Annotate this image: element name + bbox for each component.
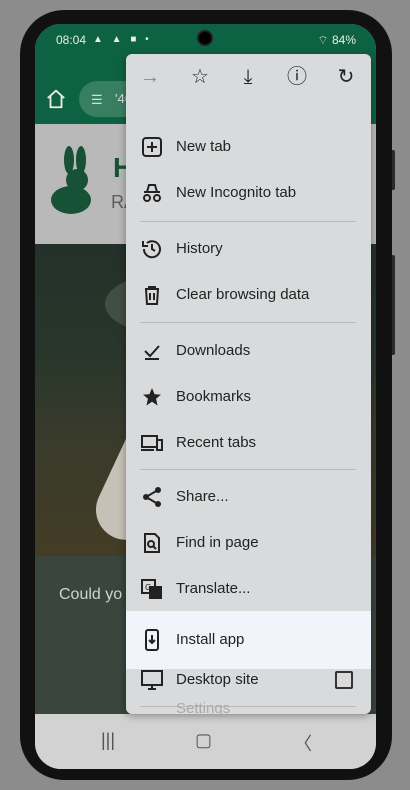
info-icon[interactable]: ⓘ [285, 65, 309, 89]
menu-clear-browsing-data[interactable]: Clear browsing data [126, 272, 371, 318]
refresh-icon[interactable]: ↻ [334, 65, 358, 89]
downloads-icon [144, 345, 160, 360]
menu-item-label: New tab [176, 138, 232, 155]
menu-bookmarks[interactable]: Bookmarks [126, 374, 371, 420]
back-icon[interactable]: 〈 [294, 730, 312, 756]
chrome-overflow-menu: → ☆ ⤓ ⓘ ↻ New tab New Incognito tab Hist… [126, 54, 371, 714]
find-icon [144, 533, 160, 553]
menu-divider [140, 469, 356, 470]
plus-box-icon [142, 137, 162, 157]
menu-item-label: Share... [176, 488, 229, 505]
menu-divider [140, 221, 356, 222]
star-filled-icon [143, 388, 161, 406]
menu-new-tab[interactable]: New tab [126, 124, 371, 170]
translate-icon: G [141, 579, 162, 599]
menu-divider [140, 706, 356, 707]
devices-icon [141, 435, 163, 451]
trash-icon [145, 286, 159, 305]
menu-item-label: Install app [176, 631, 245, 648]
menu-top-actions: → ☆ ⤓ ⓘ ↻ [126, 54, 371, 100]
incognito-icon [143, 184, 161, 202]
menu-new-incognito-tab[interactable]: New Incognito tab [126, 170, 371, 216]
menu-item-label: Bookmarks [176, 388, 252, 405]
menu-downloads[interactable]: Downloads [126, 328, 371, 374]
share-icon [143, 487, 161, 507]
menu-share[interactable]: Share... [126, 474, 371, 520]
menu-item-label: Downloads [176, 342, 251, 359]
screen: 08:04 ▲ ▲ ■ • ⌔ 84% ☰ '46 H RA Could yo … [35, 24, 376, 769]
history-icon [142, 240, 161, 259]
install-app-icon [145, 629, 159, 651]
forward-icon[interactable]: → [138, 65, 162, 89]
home-nav-icon[interactable]: ▢ [195, 730, 212, 751]
recents-icon[interactable]: ||| [101, 730, 115, 751]
menu-desktop-site[interactable]: Desktop site [126, 657, 371, 703]
menu-history[interactable]: History [126, 226, 371, 272]
menu-item-label: History [176, 240, 223, 257]
menu-translate[interactable]: G Translate... [126, 566, 371, 612]
desktop-icon [141, 670, 163, 690]
menu-item-label: Find in page [176, 534, 259, 551]
system-nav-bar: ||| ▢ 〈 [35, 714, 376, 769]
menu-item-label: New Incognito tab [176, 184, 297, 201]
menu-recent-tabs[interactable]: Recent tabs [126, 420, 371, 466]
menu-item-label: Translate... [176, 580, 251, 597]
download-page-icon[interactable]: ⤓ [236, 65, 260, 89]
menu-item-label: Clear browsing data [176, 286, 310, 303]
menu-find-in-page[interactable]: Find in page [126, 520, 371, 566]
bookmark-star-icon[interactable]: ☆ [188, 65, 212, 89]
menu-item-label: Desktop site [176, 671, 259, 688]
svg-text:G: G [145, 583, 151, 592]
desktop-site-checkbox[interactable] [335, 671, 353, 689]
menu-settings-partial[interactable]: Settings [176, 700, 230, 714]
menu-divider [140, 322, 356, 323]
menu-item-label: Recent tabs [176, 434, 257, 451]
